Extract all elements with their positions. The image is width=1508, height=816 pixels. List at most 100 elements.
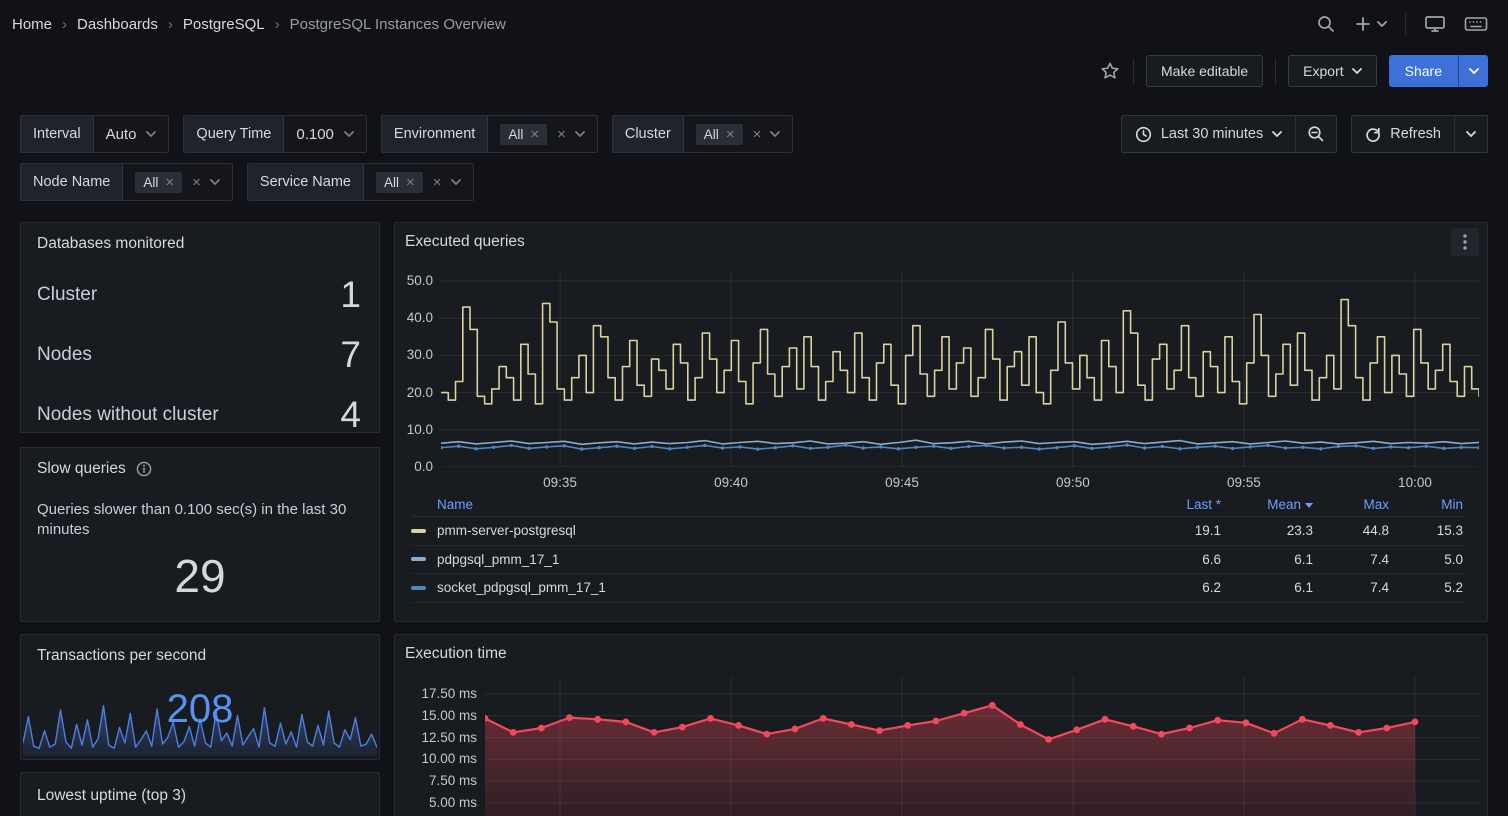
clear-icon[interactable]: × xyxy=(192,175,201,190)
monitor-icon[interactable] xyxy=(1424,14,1446,34)
chevron-down-icon xyxy=(146,131,156,137)
remove-icon[interactable]: × xyxy=(406,175,415,190)
filter-interval-selected: Auto xyxy=(106,126,137,143)
clear-icon[interactable]: × xyxy=(753,127,762,142)
refresh-interval-button[interactable] xyxy=(1454,116,1487,152)
refresh-label: Refresh xyxy=(1390,126,1441,142)
refresh-button[interactable]: Refresh xyxy=(1352,116,1454,152)
refresh-icon xyxy=(1365,126,1381,142)
stat-label: Nodes xyxy=(37,344,92,366)
breadcrumb-dashboards[interactable]: Dashboards xyxy=(77,16,158,33)
series-mean: 23.3 xyxy=(1221,523,1313,538)
x-axis-label: 10:00 xyxy=(1398,475,1432,490)
filter-service-name-label: Service Name xyxy=(248,164,364,200)
filter-environment-chip[interactable]: All × xyxy=(500,124,547,145)
dashboard-toolbar: Make editable Export Share xyxy=(0,48,1508,94)
sort-descending-icon xyxy=(1305,503,1313,508)
x-axis-label: 09:50 xyxy=(1056,475,1090,490)
filter-interval-label: Interval xyxy=(21,116,94,152)
panel-lowest-uptime: Lowest uptime (top 3) xyxy=(20,772,380,816)
filter-cluster-chip[interactable]: All × xyxy=(696,124,743,145)
legend-column-last[interactable]: Last * xyxy=(1131,497,1221,512)
panel-title[interactable]: Executed queries xyxy=(405,233,525,250)
chip-label: All xyxy=(508,127,523,142)
x-axis-label: 09:45 xyxy=(885,475,919,490)
divider xyxy=(1133,58,1134,84)
panel-title[interactable]: Transactions per second xyxy=(37,647,363,665)
legend-row-pmm-server-postgresql[interactable]: pmm-server-postgresql 19.1 23.3 44.8 15.… xyxy=(411,517,1463,546)
filter-service-name-value[interactable]: All × × xyxy=(364,164,473,200)
series-name[interactable]: pdpgsql_pmm_17_1 xyxy=(437,552,1131,567)
legend-column-max[interactable]: Max xyxy=(1313,497,1389,512)
series-last: 19.1 xyxy=(1131,523,1221,538)
add-new-button[interactable] xyxy=(1354,15,1387,33)
y-axis-label: 5.00 ms xyxy=(429,795,477,810)
breadcrumb-home[interactable]: Home xyxy=(12,16,52,33)
x-axis-label: 09:55 xyxy=(1227,475,1261,490)
favorite-star-icon[interactable] xyxy=(1099,60,1121,82)
filter-node-name-chip[interactable]: All× xyxy=(135,172,182,193)
panel-title[interactable]: Slow queries xyxy=(37,460,126,478)
legend-row-pdpgsql-pmm-17-1[interactable]: pdpgsql_pmm_17_1 6.6 6.1 7.4 5.0 xyxy=(411,546,1463,575)
legend-column-mean[interactable]: Mean xyxy=(1221,497,1313,512)
series-color-swatch xyxy=(411,586,426,590)
filter-query-time-value[interactable]: 0.100 xyxy=(284,116,366,152)
breadcrumb-separator: › xyxy=(62,16,67,33)
x-axis-label: 09:40 xyxy=(714,475,748,490)
panel-menu-icon[interactable] xyxy=(1451,228,1479,256)
series-name[interactable]: pmm-server-postgresql xyxy=(437,523,1131,538)
breadcrumb-postgresql[interactable]: PostgreSQL xyxy=(183,16,265,33)
series-last: 6.2 xyxy=(1131,580,1221,595)
filter-node-name-value[interactable]: All× × xyxy=(123,164,232,200)
filter-cluster-label: Cluster xyxy=(613,116,684,152)
chevron-down-icon xyxy=(344,131,354,137)
clear-icon[interactable]: × xyxy=(557,127,566,142)
search-icon[interactable] xyxy=(1316,14,1336,34)
stat-label: Nodes without cluster xyxy=(37,404,219,426)
filter-service-name: Service Name All × × xyxy=(247,163,474,201)
series-name[interactable]: socket_pdpgsql_pmm_17_1 xyxy=(437,580,1131,595)
panel-title[interactable]: Lowest uptime (top 3) xyxy=(37,787,363,805)
filter-query-time-selected: 0.100 xyxy=(296,126,334,143)
remove-icon[interactable]: × xyxy=(726,127,735,142)
filter-interval-value[interactable]: Auto xyxy=(94,116,169,152)
filter-cluster-value[interactable]: All × × xyxy=(684,116,793,152)
make-editable-button[interactable]: Make editable xyxy=(1146,55,1263,87)
legend-row-socket-pdpgsql-pmm-17-1[interactable]: socket_pdpgsql_pmm_17_1 6.2 6.1 7.4 5.2 xyxy=(411,574,1463,603)
time-range-button[interactable]: Last 30 minutes xyxy=(1122,116,1295,152)
panel-transactions-per-second: Transactions per second 208 xyxy=(20,634,380,760)
remove-icon[interactable]: × xyxy=(530,127,539,142)
panel-title[interactable]: Execution time xyxy=(405,645,507,662)
share-options-button[interactable] xyxy=(1458,55,1488,87)
series-min: 5.2 xyxy=(1389,580,1463,595)
series-color-swatch xyxy=(411,529,426,533)
legend-column-name[interactable]: Name xyxy=(437,497,1131,512)
time-range-picker: Last 30 minutes xyxy=(1121,115,1337,153)
y-axis-label: 0.0 xyxy=(414,459,433,474)
clear-icon[interactable]: × xyxy=(433,175,442,190)
breadcrumb-current-page: PostgreSQL Instances Overview xyxy=(290,16,506,33)
legend-header-row: Name Last * Mean Max Min xyxy=(411,493,1463,517)
breadcrumb: Home › Dashboards › PostgreSQL › Postgre… xyxy=(12,16,506,33)
chip-label: All xyxy=(704,127,719,142)
share-button[interactable]: Share xyxy=(1389,55,1458,87)
keyboard-icon[interactable] xyxy=(1464,15,1488,33)
executed-queries-chart[interactable] xyxy=(441,271,1479,467)
series-max: 44.8 xyxy=(1313,523,1389,538)
chip-label: All xyxy=(384,175,399,190)
stat-row-nodes: Nodes 7 xyxy=(37,330,361,380)
remove-icon[interactable]: × xyxy=(165,175,174,190)
info-icon[interactable] xyxy=(136,461,152,477)
legend-column-min[interactable]: Min xyxy=(1389,497,1463,512)
plus-icon xyxy=(1354,15,1372,33)
panel-title[interactable]: Databases monitored xyxy=(37,235,363,253)
filter-node-name-label: Node Name xyxy=(21,164,123,200)
panel-execution-time: Execution time 17.50 ms15.00 ms12.50 ms1… xyxy=(394,634,1488,816)
y-axis-label: 12.50 ms xyxy=(421,730,477,745)
filter-environment-value[interactable]: All × × xyxy=(488,116,597,152)
filter-service-name-chip[interactable]: All × xyxy=(376,172,423,193)
execution-time-chart[interactable] xyxy=(485,677,1479,816)
clock-icon xyxy=(1135,126,1152,143)
zoom-out-button[interactable] xyxy=(1295,116,1336,152)
export-button[interactable]: Export xyxy=(1288,55,1376,87)
